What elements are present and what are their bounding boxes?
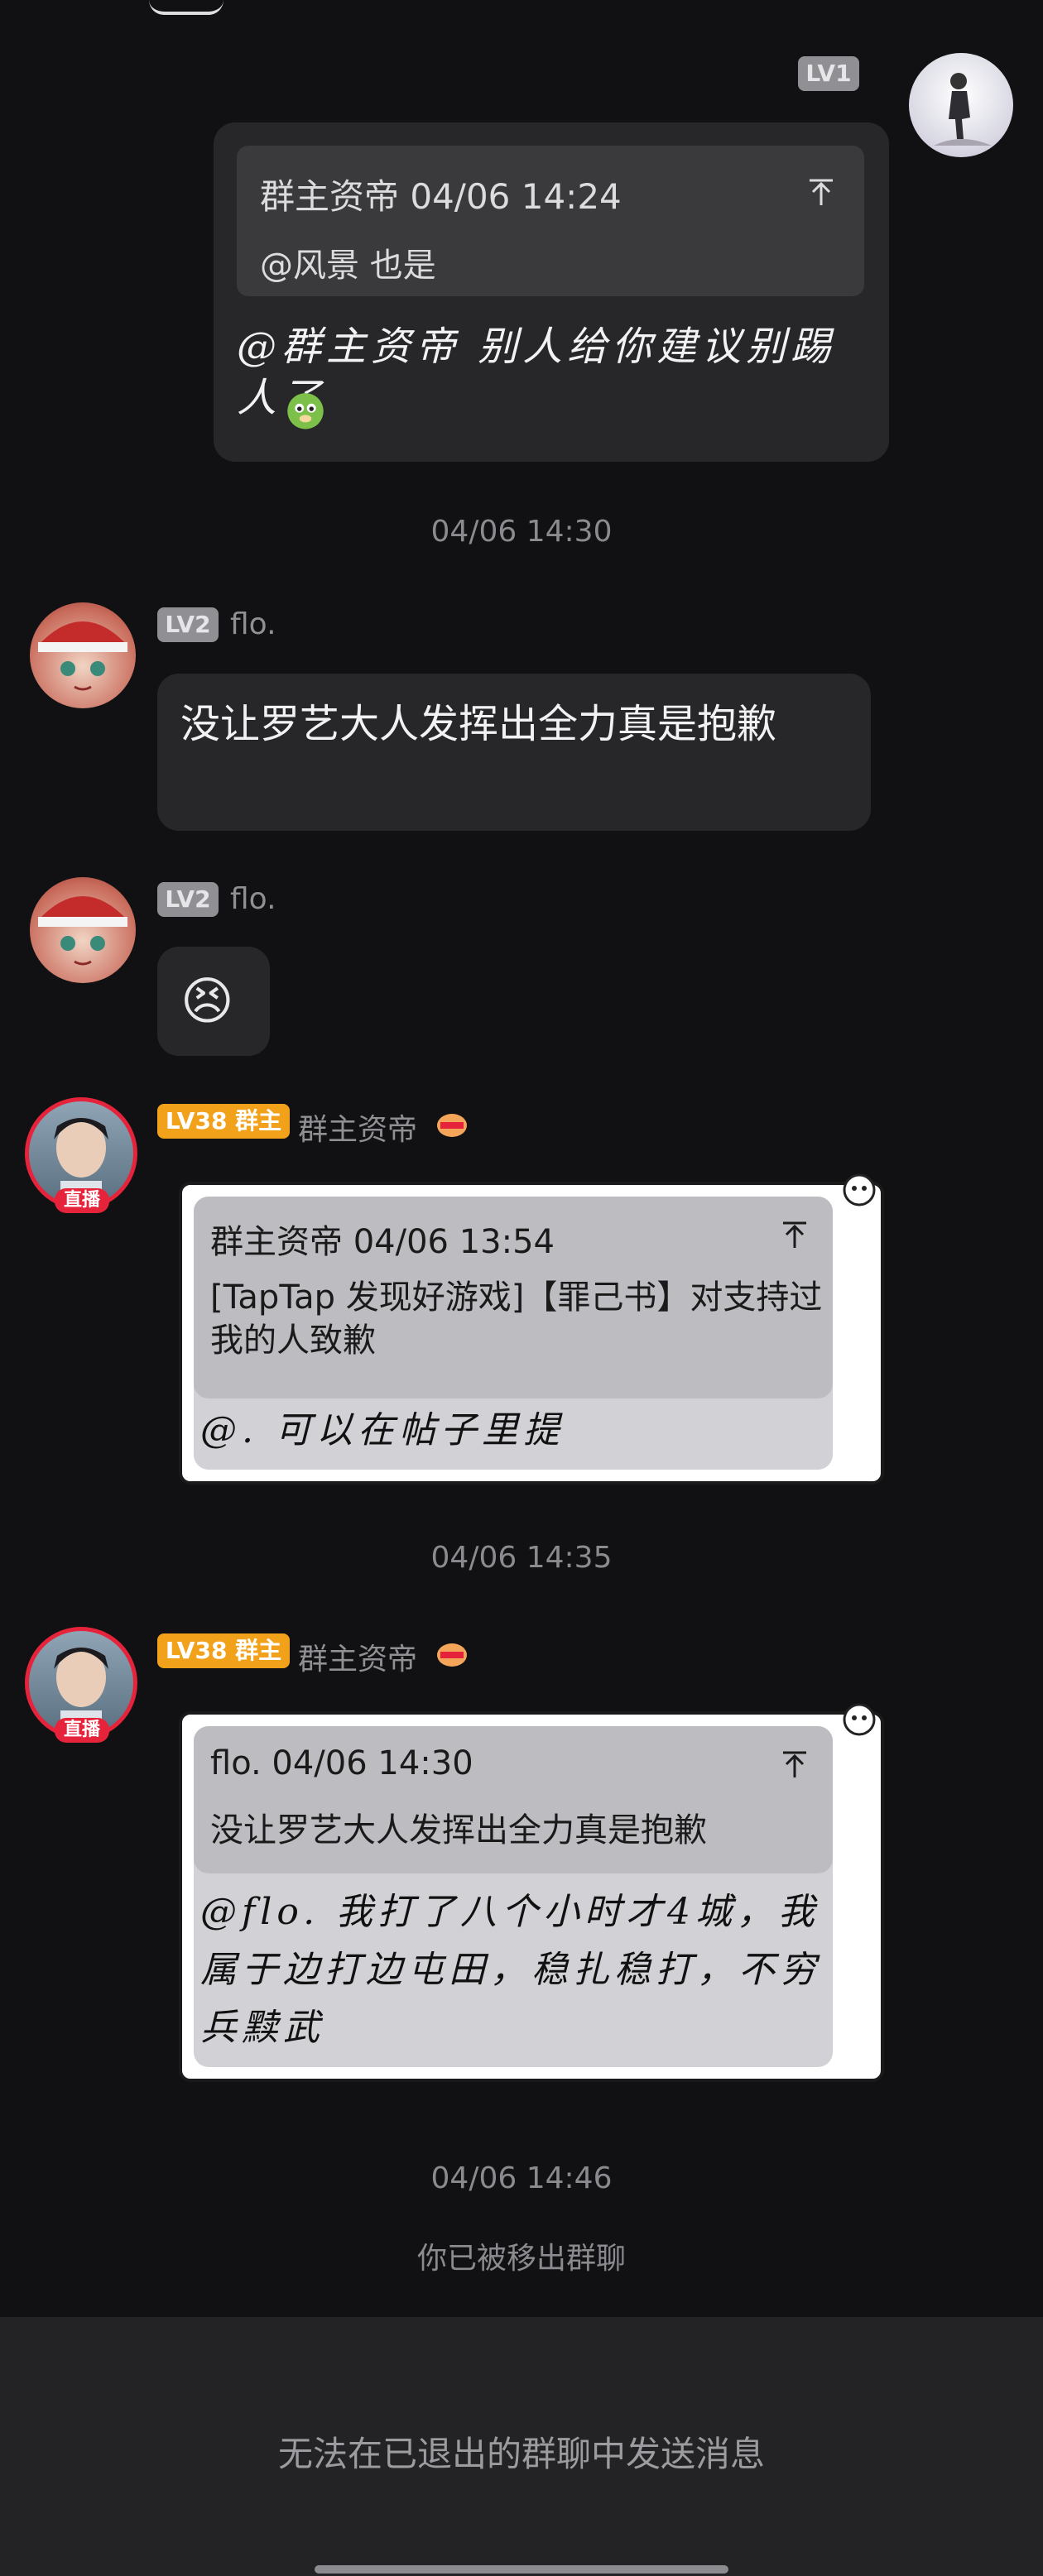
message-text: @flo. 我打了八个小时才4城，我属于边打边屯田，稳扎稳打，不穷兵黩武 bbox=[200, 1891, 821, 2049]
flo-avatar[interactable] bbox=[30, 877, 136, 983]
pin-top-icon[interactable] bbox=[778, 1218, 811, 1251]
flo-avatar[interactable] bbox=[30, 602, 136, 708]
quoted-message[interactable]: 群主资帝 04/06 13:54 [TapTap 发现好游戏]【罪己书】对支持过… bbox=[194, 1197, 833, 1398]
live-badge[interactable]: 直播 bbox=[55, 1718, 109, 1743]
quoted-message[interactable]: 群主资帝 04/06 14:24 @风景 也是 bbox=[237, 146, 864, 296]
system-notice: 你已被移出群聊 bbox=[416, 2242, 626, 2276]
level-badge: LV1 bbox=[798, 56, 859, 91]
message-text: @. 可以在帖子里提 bbox=[200, 1409, 565, 1451]
quote-body: [TapTap 发现好游戏]【罪己书】对支持过我的人致歉 bbox=[210, 1278, 823, 1360]
message-bubble[interactable]: 群主资帝 04/06 14:24 @风景 也是 @群主资帝 别人给你建议别踢人了 bbox=[214, 122, 889, 462]
sender-name[interactable]: flo. bbox=[230, 607, 276, 641]
quote-body: 没让罗艺大人发挥出全力真是抱歉 bbox=[210, 1811, 707, 1849]
crying-emoji: 😣 bbox=[180, 971, 234, 1031]
message-text: @群主资帝 别人给你建议别踢人了 bbox=[237, 324, 836, 421]
sender-name[interactable]: 群主资帝 bbox=[298, 1635, 417, 1678]
home-indicator[interactable] bbox=[315, 2565, 728, 2574]
level-badge: LV2 bbox=[157, 607, 219, 642]
emoji-bubble[interactable]: 😣 bbox=[157, 947, 270, 1056]
sender-name[interactable]: flo. bbox=[230, 882, 276, 916]
card-inner: flo. 04/06 14:30 没让罗艺大人发挥出全力真是抱歉 @flo. 我… bbox=[194, 1726, 833, 2067]
timestamp: 04/06 14:46 bbox=[430, 2161, 613, 2195]
card-edge-decoration bbox=[149, 0, 223, 15]
sender-name[interactable]: 群主资帝 bbox=[298, 1106, 417, 1149]
quoted-message[interactable]: flo. 04/06 14:30 没让罗艺大人发挥出全力真是抱歉 bbox=[194, 1726, 833, 1873]
pin-top-icon[interactable] bbox=[805, 175, 838, 209]
card-corner-decoration bbox=[843, 1173, 876, 1206]
timestamp: 04/06 14:30 bbox=[430, 515, 613, 549]
live-badge[interactable]: 直播 bbox=[55, 1188, 109, 1213]
pin-top-icon[interactable] bbox=[778, 1748, 811, 1781]
red-envelope-icon bbox=[437, 1643, 467, 1667]
quote-header: 群主资帝 04/06 13:54 bbox=[210, 1223, 555, 1261]
owner-level-badge: LV38 群主 bbox=[157, 1104, 290, 1139]
owner-level-badge: LV38 群主 bbox=[157, 1633, 290, 1668]
card-corner-decoration bbox=[843, 1703, 876, 1736]
message-bubble[interactable]: 没让罗艺大人发挥出全力真是抱歉 bbox=[157, 674, 871, 831]
level-badge: LV2 bbox=[157, 882, 219, 917]
disabled-input-notice: 无法在已退出的群聊中发送消息 bbox=[277, 2434, 765, 2474]
quote-header: flo. 04/06 14:30 bbox=[210, 1744, 473, 1782]
quote-header: 群主资帝 04/06 14:24 bbox=[260, 176, 622, 217]
message-text: 没让罗艺大人发挥出全力真是抱歉 bbox=[180, 701, 777, 747]
red-envelope-icon bbox=[437, 1114, 467, 1137]
card-inner: 群主资帝 04/06 13:54 [TapTap 发现好游戏]【罪己书】对支持过… bbox=[194, 1197, 833, 1470]
timestamp: 04/06 14:35 bbox=[430, 1541, 613, 1575]
user-avatar[interactable] bbox=[909, 53, 1013, 157]
quote-body: @风景 也是 bbox=[260, 247, 436, 285]
decorated-message-card[interactable]: 群主资帝 04/06 13:54 [TapTap 发现好游戏]【罪己书】对支持过… bbox=[179, 1173, 884, 1485]
dragon-sticker-icon bbox=[287, 393, 324, 429]
decorated-message-card[interactable]: flo. 04/06 14:30 没让罗艺大人发挥出全力真是抱歉 @flo. 我… bbox=[179, 1703, 884, 2082]
